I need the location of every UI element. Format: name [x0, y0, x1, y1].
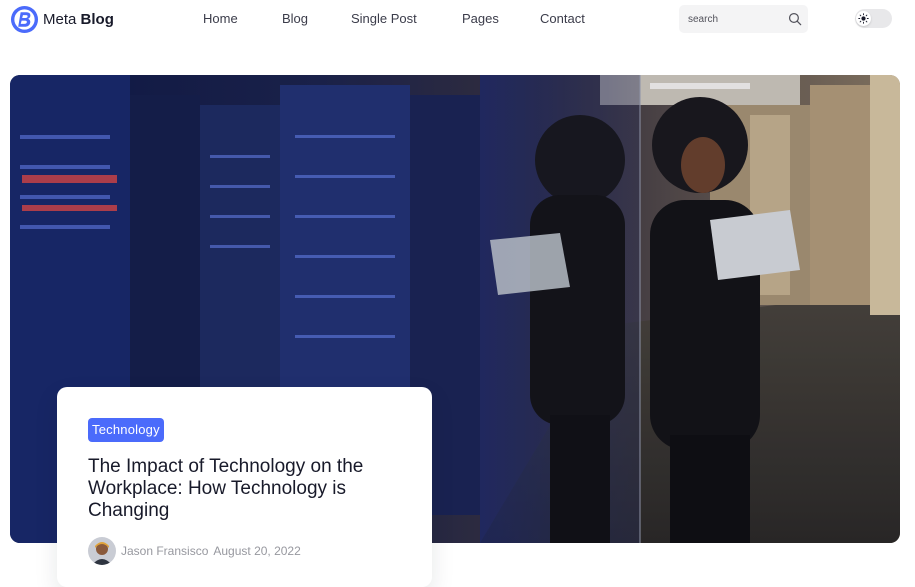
nav-link-home[interactable]: Home [203, 11, 238, 26]
nav-link-pages[interactable]: Pages [462, 11, 499, 26]
post-meta: Jason Fransisco August 20, 2022 [88, 537, 301, 565]
nav-link-contact[interactable]: Contact [540, 11, 585, 26]
author-name[interactable]: Jason Fransisco [121, 544, 208, 558]
theme-toggle[interactable] [855, 9, 892, 28]
search-input[interactable] [688, 11, 780, 27]
avatar-icon [88, 537, 116, 565]
author-avatar[interactable] [88, 537, 116, 565]
theme-toggle-knob [856, 11, 871, 26]
post-date: August 20, 2022 [213, 544, 301, 558]
category-badge[interactable]: Technology [88, 418, 164, 442]
site-header: Meta Blog Home Blog Single Post Pages Co… [0, 0, 915, 40]
sun-icon [858, 13, 869, 24]
search-icon[interactable] [788, 12, 802, 26]
featured-post-card[interactable]: Technology The Impact of Technology on t… [57, 387, 432, 587]
post-title[interactable]: The Impact of Technology on the Workplac… [88, 456, 400, 522]
search-box [679, 5, 808, 33]
nav-link-single-post[interactable]: Single Post [351, 11, 417, 26]
nav-link-blog[interactable]: Blog [282, 11, 308, 26]
